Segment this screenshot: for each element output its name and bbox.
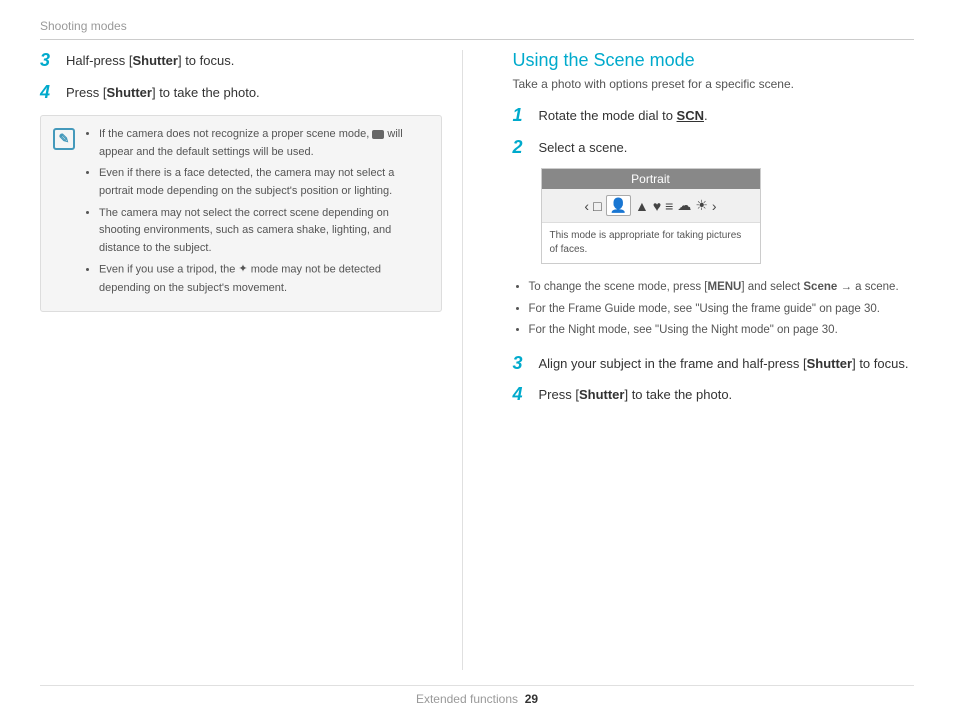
scene-icon-text: ≡ — [665, 198, 673, 214]
left-step3: 3 Half-press [Shutter] to focus. — [40, 50, 442, 72]
left-step4: 4 Press [Shutter] to take the photo. — [40, 82, 442, 104]
left-step3-text: Half-press [Shutter] to focus. — [66, 50, 234, 71]
bullet-3: For the Night mode, see "Using the Night… — [529, 321, 915, 341]
scene-icon-1: ‹ — [584, 198, 589, 214]
bullet-2: For the Frame Guide mode, see "Using the… — [529, 300, 915, 320]
right-step4: 4 Press [Shutter] to take the photo. — [513, 384, 915, 406]
right-step1-text: Rotate the mode dial to SCN. — [539, 105, 708, 126]
section-title: Using the Scene mode — [513, 50, 915, 71]
left-step3-num: 3 — [40, 50, 60, 72]
right-step3-num: 3 — [513, 353, 533, 375]
info-bullet-2: Even if there is a face detected, the ca… — [99, 165, 429, 200]
right-column: Using the Scene mode Take a photo with o… — [503, 50, 915, 670]
scene-icon-sunset: ☁ — [677, 197, 691, 214]
scene-box-label: Portrait — [542, 169, 760, 189]
info-bullet-4: Even if you use a tripod, the ✦ mode may… — [99, 261, 429, 297]
info-icon: ✎ — [53, 128, 75, 150]
right-step2-text: Select a scene. — [539, 137, 628, 158]
bullet-1: To change the scene mode, press [MENU] a… — [529, 278, 915, 298]
scene-box: Portrait ‹ □ 👤 ▲ ♥ ≡ ☁ ☀ › This mode is … — [541, 168, 761, 264]
scene-icon-dawn: ☀ — [695, 197, 708, 214]
scene-icon-mountain: ▲ — [635, 198, 649, 214]
scene-icon-flower: ♥ — [653, 198, 661, 214]
bullet-list: To change the scene mode, press [MENU] a… — [513, 278, 915, 341]
breadcrumb-text: Shooting modes — [40, 19, 127, 33]
footer-page: 29 — [525, 692, 538, 706]
scene-box-desc: This mode is appropriate for taking pict… — [542, 222, 760, 263]
columns: 3 Half-press [Shutter] to focus. 4 Press… — [40, 50, 914, 670]
left-step4-text: Press [Shutter] to take the photo. — [66, 82, 260, 103]
left-step4-num: 4 — [40, 82, 60, 104]
scene-icon-portrait-outline: □ — [593, 198, 601, 214]
right-step3-text: Align your subject in the frame and half… — [539, 353, 909, 374]
page-container: Shooting modes 3 Half-press [Shutter] to… — [0, 0, 954, 720]
section-subtitle: Take a photo with options preset for a s… — [513, 77, 915, 91]
right-step1: 1 Rotate the mode dial to SCN. — [513, 105, 915, 127]
right-step2: 2 Select a scene. — [513, 137, 915, 159]
scn-text: SCN — [677, 108, 704, 123]
scene-icon-portrait-active: 👤 — [606, 195, 631, 216]
right-step2-num: 2 — [513, 137, 533, 159]
right-step3: 3 Align your subject in the frame and ha… — [513, 353, 915, 375]
right-step4-num: 4 — [513, 384, 533, 406]
info-bullet-1: If the camera does not recognize a prope… — [99, 126, 429, 161]
right-step4-text: Press [Shutter] to take the photo. — [539, 384, 733, 405]
footer: Extended functions 29 — [40, 685, 914, 706]
info-box: ✎ If the camera does not recognize a pro… — [40, 115, 442, 312]
scene-box-icons: ‹ □ 👤 ▲ ♥ ≡ ☁ ☀ › — [542, 189, 760, 222]
footer-text: Extended functions — [416, 692, 518, 706]
info-bullet-3: The camera may not select the correct sc… — [99, 205, 429, 258]
breadcrumb: Shooting modes — [40, 18, 914, 40]
scene-icon-right-arrow: › — [712, 198, 717, 214]
info-bullets: If the camera does not recognize a prope… — [85, 126, 429, 301]
right-step1-num: 1 — [513, 105, 533, 127]
left-column: 3 Half-press [Shutter] to focus. 4 Press… — [40, 50, 463, 670]
